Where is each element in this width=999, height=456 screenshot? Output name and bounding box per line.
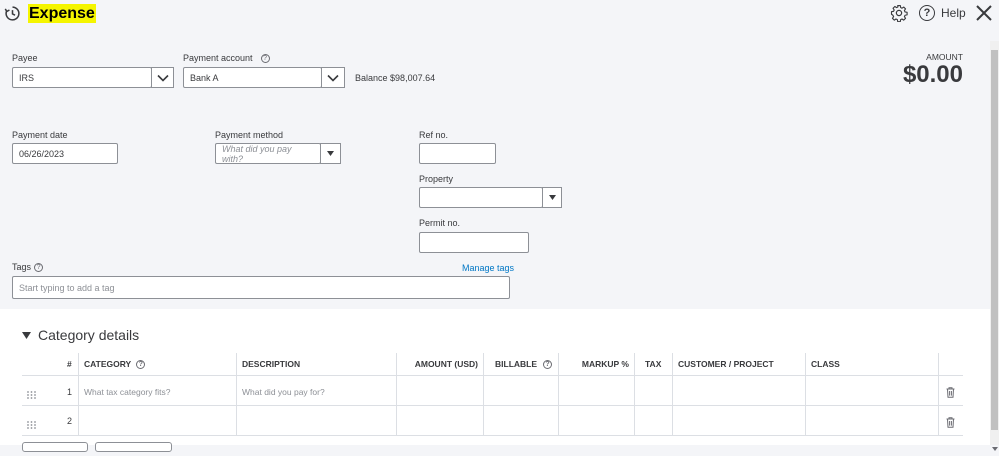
help-icon[interactable]: ? [34,262,44,272]
row-number: 2 [67,416,73,426]
caret-down-icon [548,195,556,200]
payment-account-select[interactable]: Bank A [183,67,322,88]
scrollbar-thumb[interactable] [991,50,998,430]
caret-down-icon [327,151,334,156]
payment-method-label: Payment method [215,130,284,140]
delete-row-trash-icon[interactable] [946,385,955,403]
column-header-markup: MARKUP % [581,359,629,369]
payee-select[interactable]: IRS [12,67,152,88]
payment-account-label: Payment account ? [183,53,270,63]
column-header-customer-project: CUSTOMER / PROJECT [678,359,774,369]
column-header-category: CATEGORY ? [84,359,146,369]
section-title: Category details [38,327,140,343]
help-circle-icon: ? [919,5,935,21]
payee-dropdown-button[interactable] [151,67,174,88]
category-cell[interactable]: What tax category fits? [84,387,170,397]
row-number: 1 [67,387,73,397]
column-header-num: # [67,359,72,369]
property-label: Property [419,174,454,184]
column-header-tax: TAX [645,359,662,369]
drag-handle-icon[interactable] [27,386,36,404]
permit-no-input[interactable] [419,232,529,253]
column-header-amount: AMOUNT (USD) [414,359,478,369]
payment-method-dropdown-button[interactable] [320,143,341,164]
property-select[interactable] [419,187,543,208]
close-icon[interactable] [975,4,993,27]
payment-date-label: Payment date [12,130,68,140]
caret-down-icon [22,331,31,339]
help-label: Help [941,6,966,20]
category-details-section [0,309,999,445]
payment-date-input[interactable]: 06/26/2023 [12,143,118,164]
chevron-down-icon [156,74,169,82]
property-dropdown-button[interactable] [542,187,562,208]
category-details-toggle[interactable]: Category details [22,327,139,343]
permit-no-label: Permit no. [419,218,461,228]
chevron-down-icon [327,74,339,82]
help-icon[interactable]: ? [136,359,146,369]
page-title: Expense [28,4,96,23]
scroll-down-arrow-icon[interactable] [992,438,998,456]
balance-display: Balance $98,007.64 [355,73,436,83]
help-icon[interactable]: ? [260,53,270,63]
settings-gear-icon[interactable] [890,4,908,27]
payee-label: Payee [12,53,38,63]
help-icon[interactable]: ? [543,359,553,369]
column-header-class: CLASS [811,359,840,369]
drag-handle-icon[interactable] [27,416,36,434]
column-header-description: DESCRIPTION [242,359,301,369]
history-icon[interactable] [4,5,21,27]
payment-account-dropdown-button[interactable] [321,67,345,88]
clear-all-lines-button[interactable] [95,442,172,452]
tags-label: Tags ? [12,262,44,272]
amount-value: $0.00 [902,61,963,88]
column-header-billable: BILLABLE ? [495,359,553,369]
ref-no-input[interactable] [419,143,496,164]
ref-no-label: Ref no. [419,130,449,140]
manage-tags-link[interactable]: Manage tags [462,263,514,273]
payment-method-select[interactable]: What did you pay with? [215,143,321,164]
description-cell[interactable]: What did you pay for? [242,387,325,397]
tags-input[interactable]: Start typing to add a tag [12,276,510,299]
delete-row-trash-icon[interactable] [946,415,955,433]
add-lines-button[interactable] [22,442,88,452]
help-button[interactable]: ? Help [919,4,966,22]
